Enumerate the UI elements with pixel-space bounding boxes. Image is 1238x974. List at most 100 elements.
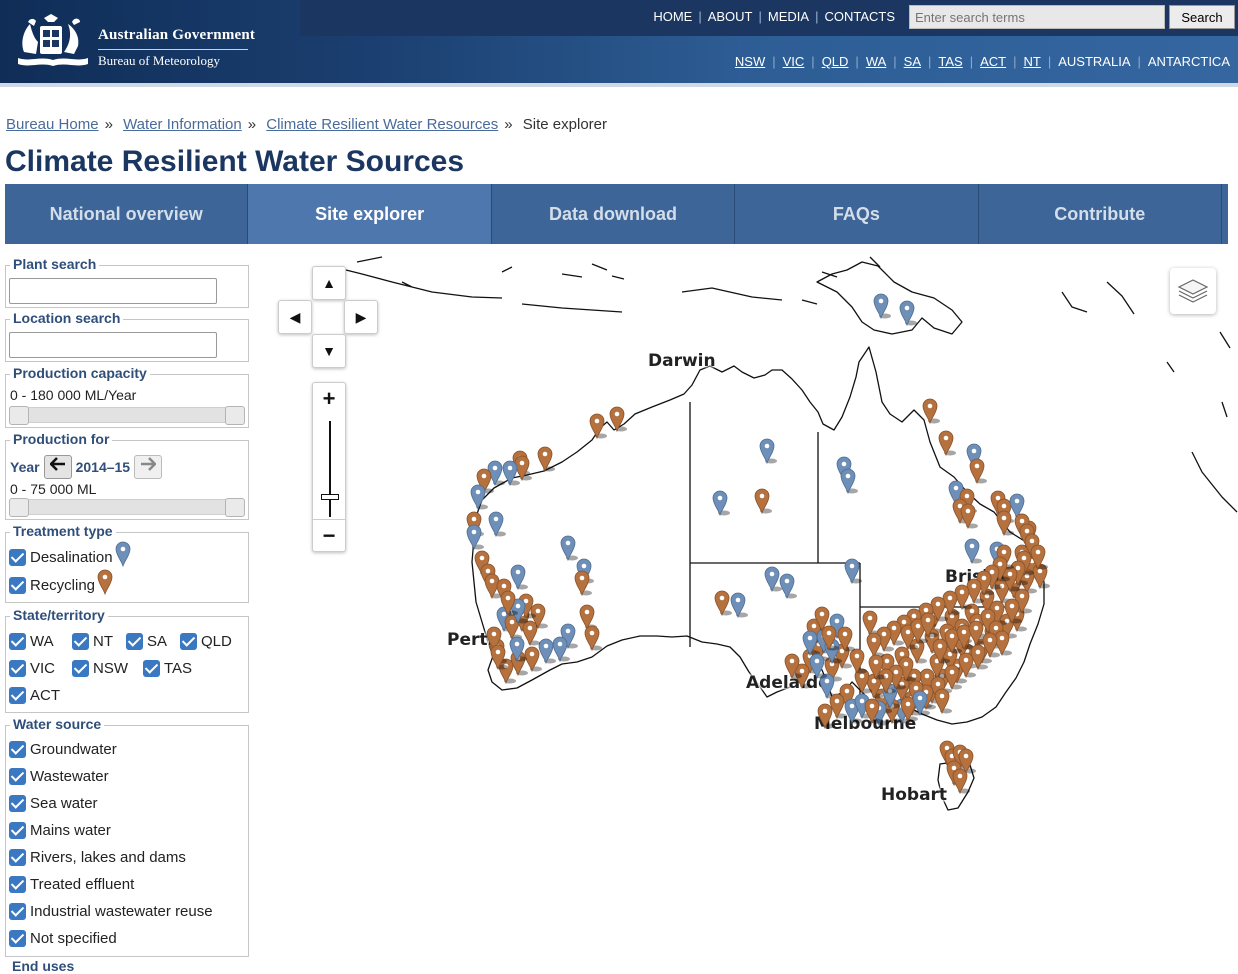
water-source-legend: Water source — [10, 716, 105, 732]
water-source-panel: Water source Groundwater Wastewater Sea … — [5, 716, 249, 957]
checkbox[interactable] — [9, 876, 26, 893]
source-sea-water-option[interactable]: Sea water — [9, 795, 98, 812]
zoom-in-button[interactable]: + — [313, 383, 345, 415]
recycling-marker-icon — [97, 569, 113, 595]
breadcrumb-bureau-home[interactable]: Bureau Home — [6, 116, 99, 133]
checkbox[interactable] — [9, 795, 26, 812]
slider-max-handle[interactable] — [225, 406, 245, 425]
source-rivers-option[interactable]: Rivers, lakes and dams — [9, 849, 186, 866]
site-search-input[interactable] — [909, 5, 1165, 29]
state-link-nt[interactable]: NT — [1024, 54, 1041, 69]
state-tas-option[interactable]: TAS — [143, 660, 192, 677]
checkbox[interactable] — [9, 768, 26, 785]
checkbox[interactable] — [9, 633, 26, 650]
treatment-desalination-option[interactable]: Desalination — [9, 541, 131, 567]
state-link-vic[interactable]: VIC — [783, 54, 805, 69]
source-mains-water-option[interactable]: Mains water — [9, 822, 111, 839]
checkbox[interactable] — [9, 548, 26, 566]
pan-left-button[interactable]: ◀ — [278, 300, 312, 334]
nav-home-link[interactable]: HOME — [653, 9, 692, 24]
tab-contribute[interactable]: Contribute — [979, 184, 1222, 244]
state-nsw-option[interactable]: NSW — [72, 660, 128, 677]
breadcrumb-climate-resilient[interactable]: Climate Resilient Water Resources — [266, 116, 498, 133]
tab-site-explorer[interactable]: Site explorer — [248, 184, 492, 244]
nav-about-link[interactable]: ABOUT — [708, 9, 753, 24]
tab-national-overview[interactable]: National overview — [5, 184, 249, 244]
state-link-tas[interactable]: TAS — [938, 54, 962, 69]
pan-up-button[interactable]: ▲ — [312, 266, 346, 300]
tab-data-download[interactable]: Data download — [492, 184, 736, 244]
checkbox[interactable] — [9, 660, 26, 677]
source-wastewater-option[interactable]: Wastewater — [9, 768, 109, 785]
breadcrumb-water-information[interactable]: Water Information — [123, 116, 242, 133]
source-not-specified-option[interactable]: Not specified — [9, 930, 117, 947]
state-wa-option[interactable]: WA — [9, 633, 54, 650]
source-treated-effluent-option[interactable]: Treated effluent — [9, 876, 134, 893]
next-year-button[interactable] — [134, 455, 163, 479]
zoom-track[interactable] — [329, 421, 331, 517]
state-qld-option[interactable]: QLD — [180, 633, 232, 650]
state-act-option[interactable]: ACT — [9, 687, 60, 704]
bom-logo[interactable]: Australian Government Bureau of Meteorol… — [14, 12, 255, 72]
region-link-antarctica[interactable]: ANTARCTICA — [1148, 54, 1230, 69]
state-nsw-label: NSW — [93, 660, 128, 677]
map-basemap — [345, 256, 1238, 811]
site-map[interactable]: ▲ ◀ ▶ ▼ + − Darwin Brisbane Perth Adelai… — [262, 252, 1238, 967]
production-for-slider[interactable] — [9, 498, 245, 517]
checkbox[interactable] — [9, 903, 26, 920]
checkbox[interactable] — [72, 633, 89, 650]
nav-separator: | — [811, 54, 815, 69]
checkbox[interactable] — [9, 822, 26, 839]
layer-switcher-button[interactable] — [1170, 268, 1216, 314]
checkbox[interactable] — [9, 849, 26, 866]
slider-min-handle[interactable] — [9, 406, 29, 425]
state-act-label: ACT — [30, 687, 60, 704]
source-mains-water-label: Mains water — [30, 822, 111, 839]
treatment-type-panel: Treatment type Desalination Recycling — [5, 523, 249, 603]
checkbox[interactable] — [143, 660, 160, 677]
state-link-qld[interactable]: QLD — [822, 54, 849, 69]
state-nt-option[interactable]: NT — [72, 633, 113, 650]
production-capacity-legend: Production capacity — [10, 365, 150, 381]
zoom-slider-knob[interactable] — [321, 494, 339, 500]
source-sea-water-label: Sea water — [30, 795, 98, 812]
state-vic-option[interactable]: VIC — [9, 660, 55, 677]
region-link-australia[interactable]: AUSTRALIA — [1058, 54, 1130, 69]
source-industrial-option[interactable]: Industrial wastewater reuse — [9, 903, 213, 920]
state-sa-label: SA — [147, 633, 168, 650]
state-link-act[interactable]: ACT — [980, 54, 1006, 69]
nav-separator: | — [1137, 54, 1141, 69]
pan-right-button[interactable]: ▶ — [344, 300, 378, 334]
checkbox[interactable] — [126, 633, 143, 650]
state-link-nsw[interactable]: NSW — [735, 54, 765, 69]
production-capacity-panel: Production capacity 0 - 180 000 ML/Year — [5, 365, 249, 428]
checkbox[interactable] — [9, 741, 26, 758]
location-search-input[interactable] — [9, 332, 217, 358]
city-label-hobart: Hobart — [881, 785, 948, 805]
previous-year-button[interactable] — [43, 455, 72, 479]
arrow-right-icon — [141, 457, 157, 471]
site-search-button[interactable]: Search — [1169, 5, 1235, 29]
production-capacity-slider[interactable] — [9, 406, 245, 425]
nav-contacts-link[interactable]: CONTACTS — [824, 9, 895, 24]
checkbox[interactable] — [9, 687, 26, 704]
nav-media-link[interactable]: MEDIA — [768, 9, 809, 24]
checkbox[interactable] — [9, 576, 26, 594]
treatment-recycling-label: Recycling — [30, 576, 96, 594]
state-link-sa[interactable]: SA — [904, 54, 921, 69]
pan-down-button[interactable]: ▼ — [312, 334, 346, 368]
checkbox[interactable] — [9, 930, 26, 947]
slider-min-handle[interactable] — [9, 498, 29, 517]
layers-icon — [1177, 279, 1209, 303]
source-groundwater-option[interactable]: Groundwater — [9, 741, 117, 758]
zoom-out-button[interactable]: − — [313, 519, 345, 551]
checkbox[interactable] — [180, 633, 197, 650]
state-link-wa[interactable]: WA — [866, 54, 886, 69]
treatment-recycling-option[interactable]: Recycling — [9, 569, 113, 595]
checkbox[interactable] — [72, 660, 89, 677]
plant-search-input[interactable] — [9, 278, 217, 304]
source-groundwater-label: Groundwater — [30, 741, 117, 758]
slider-max-handle[interactable] — [225, 498, 245, 517]
tab-faqs[interactable]: FAQs — [735, 184, 979, 244]
state-sa-option[interactable]: SA — [126, 633, 167, 650]
